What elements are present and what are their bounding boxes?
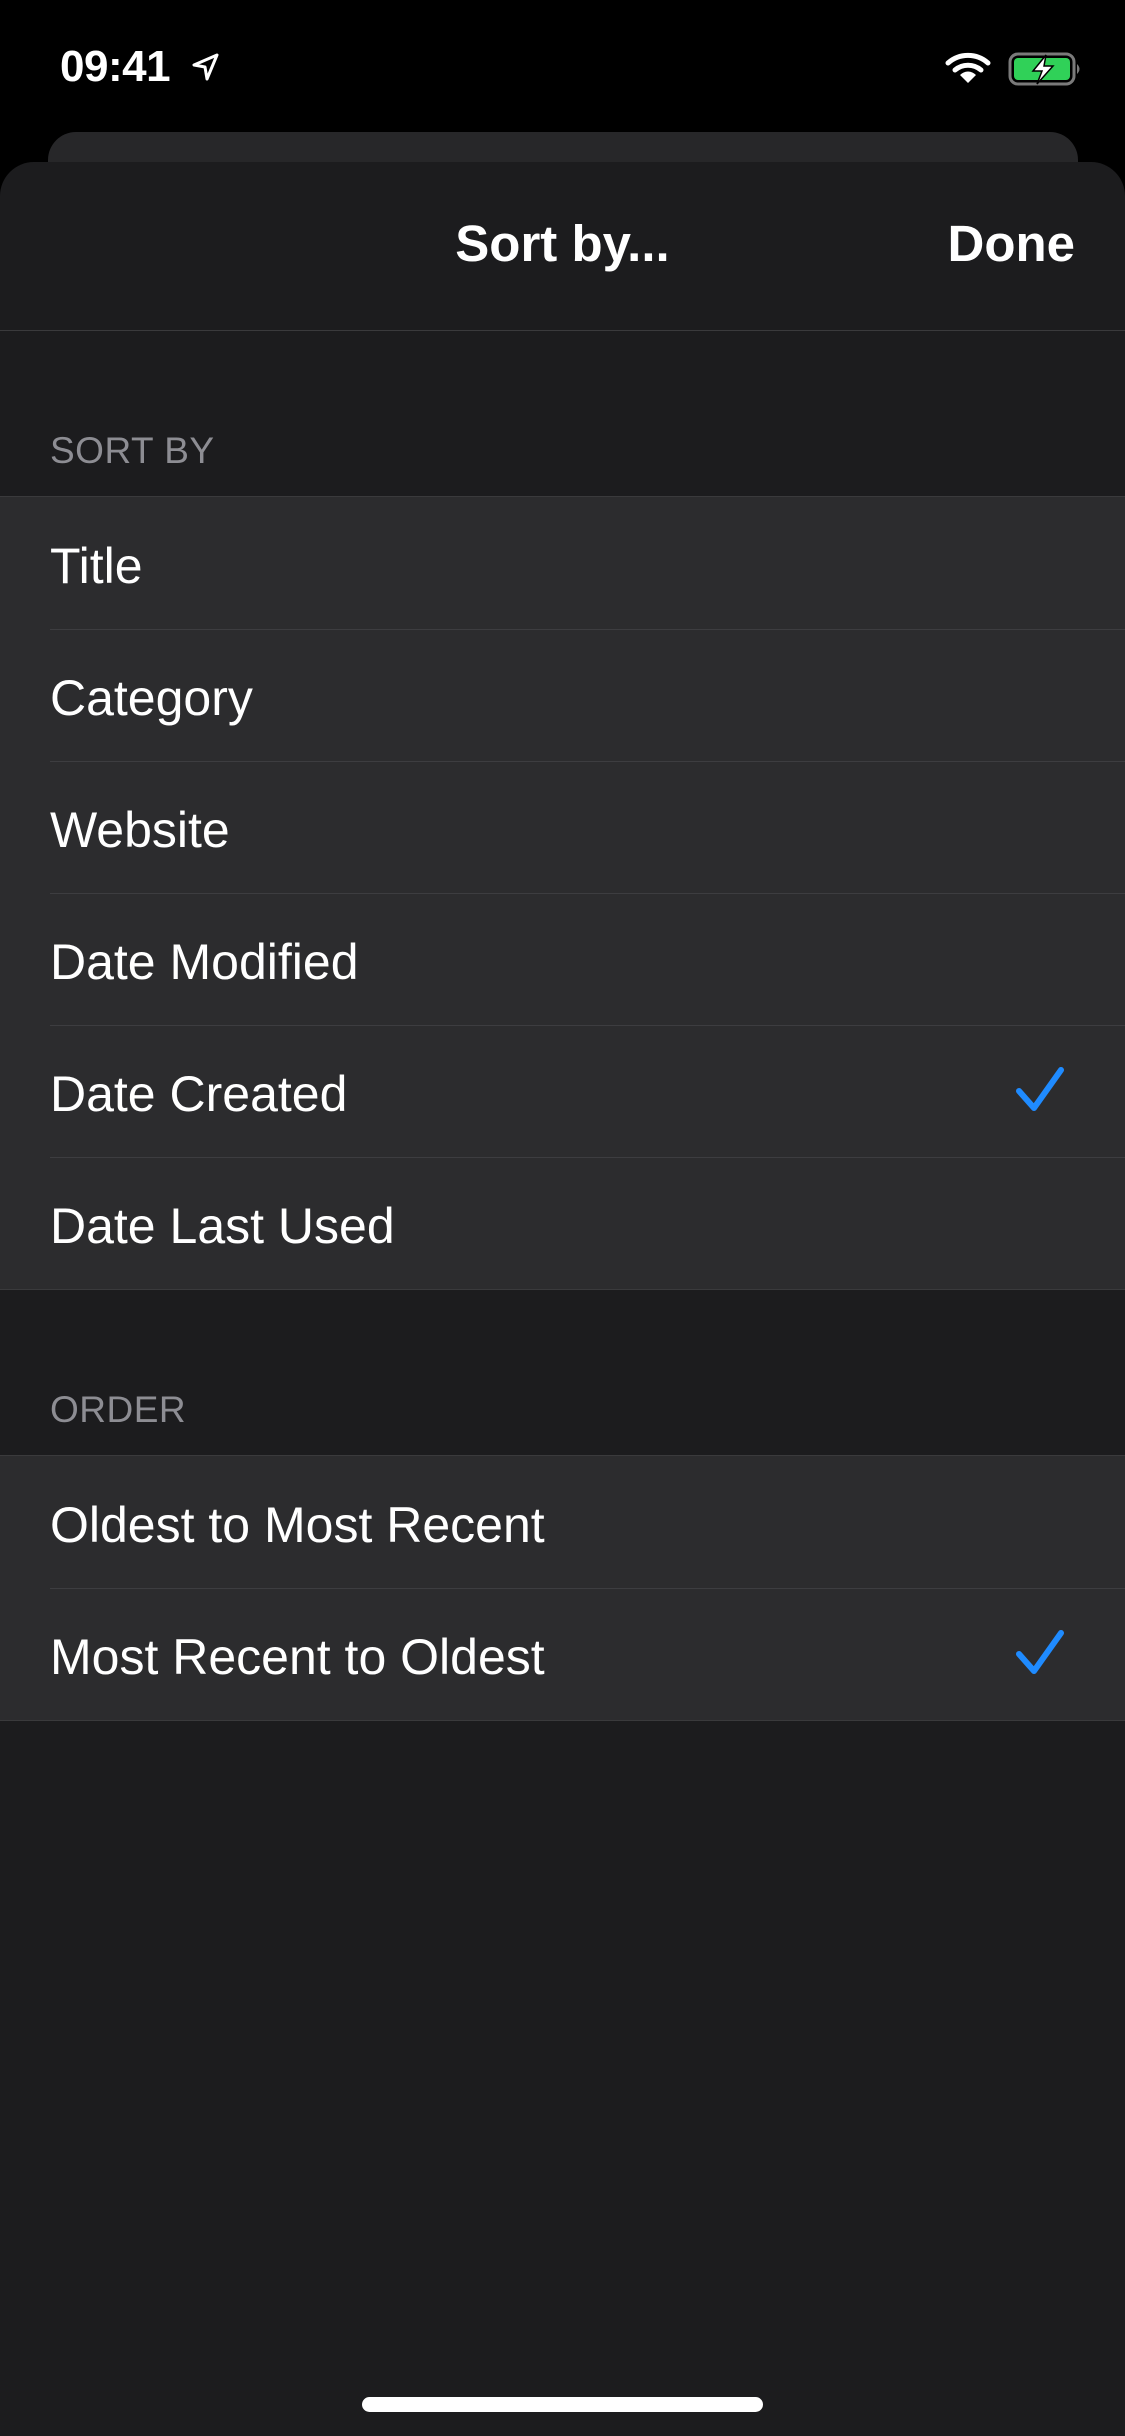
status-time: 09:41 xyxy=(60,42,171,91)
navigation-bar: Sort by... Done xyxy=(0,162,1125,331)
sort-option-date-modified[interactable]: Date Modified xyxy=(0,893,1125,1025)
done-button[interactable]: Done xyxy=(948,214,1076,273)
row-label: Most Recent to Oldest xyxy=(50,1629,545,1685)
section-header-sort-by: SORT BY xyxy=(50,430,215,471)
order-list: Oldest to Most Recent Most Recent to Old… xyxy=(0,1455,1125,1721)
sort-option-category[interactable]: Category xyxy=(0,629,1125,761)
wifi-icon xyxy=(945,52,991,83)
checkmark-icon xyxy=(1016,1067,1064,1111)
sort-by-list: Title Category Website Date Modified Dat… xyxy=(0,496,1125,1290)
row-label: Website xyxy=(50,802,230,858)
row-label: Category xyxy=(50,670,253,726)
row-label: Date Last Used xyxy=(50,1198,395,1254)
row-label: Title xyxy=(50,538,143,594)
location-arrow-icon xyxy=(192,53,219,81)
sort-option-website[interactable]: Website xyxy=(0,761,1125,893)
order-option-oldest-first[interactable]: Oldest to Most Recent xyxy=(0,1456,1125,1588)
home-indicator[interactable] xyxy=(362,2397,763,2412)
section-header-order: ORDER xyxy=(50,1389,187,1430)
sort-option-date-last-used[interactable]: Date Last Used xyxy=(0,1157,1125,1289)
sort-sheet: Sort by... Done SORT BY Title Category W… xyxy=(0,162,1125,2436)
status-bar: 09:41 xyxy=(0,0,1125,130)
order-option-most-recent-first[interactable]: Most Recent to Oldest xyxy=(0,1588,1125,1720)
row-label: Oldest to Most Recent xyxy=(50,1497,545,1553)
sort-option-title[interactable]: Title xyxy=(0,497,1125,629)
battery-charging-icon xyxy=(1008,52,1080,86)
sort-option-date-created[interactable]: Date Created xyxy=(0,1025,1125,1157)
row-label: Date Created xyxy=(50,1066,348,1122)
row-label: Date Modified xyxy=(50,934,359,990)
checkmark-icon xyxy=(1016,1630,1064,1674)
